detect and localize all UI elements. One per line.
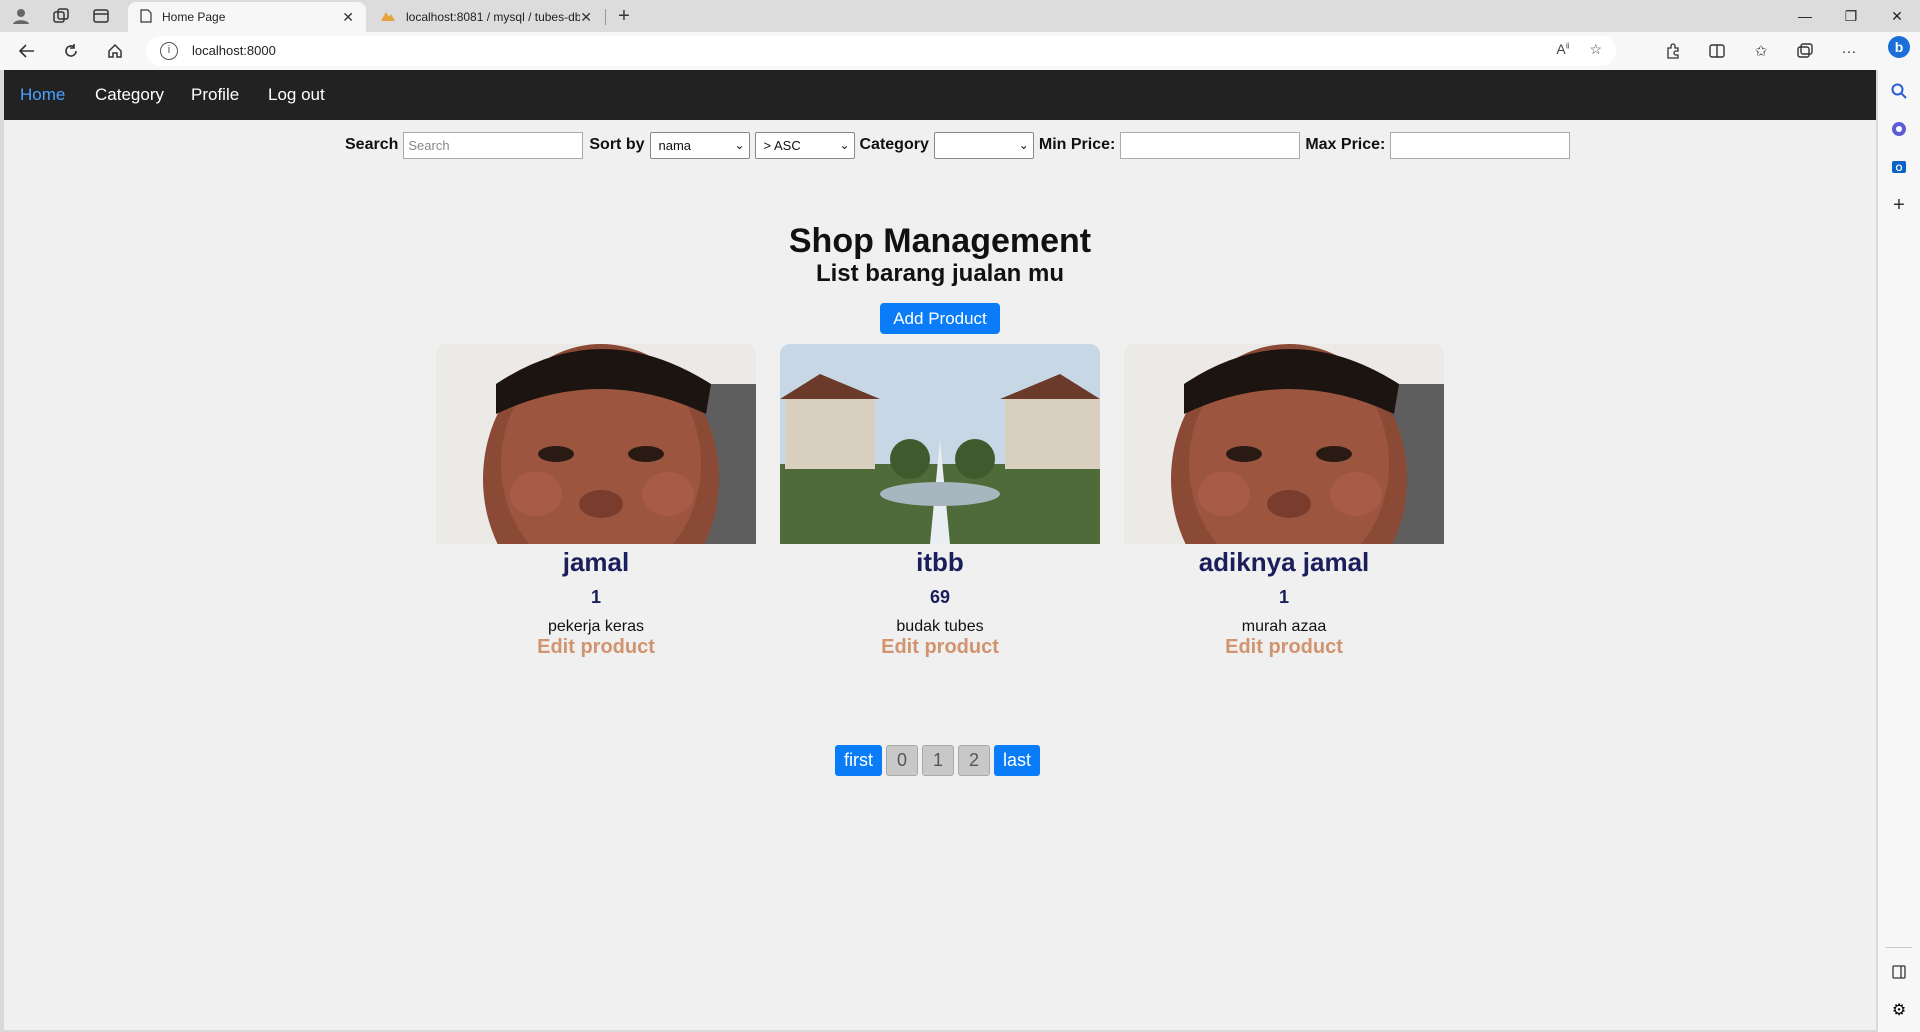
refresh-icon[interactable]	[58, 39, 84, 63]
category-select[interactable]: ⌄	[933, 131, 1034, 159]
svg-text:O: O	[1895, 163, 1902, 173]
settings-gear-icon[interactable]: ⚙	[1886, 997, 1912, 1023]
pagination-page-button[interactable]: 0	[886, 745, 918, 776]
tab-title: Home Page	[162, 10, 226, 24]
filter-bar: Search Sort by nama ⌄ > ASC ⌄ Category ⌄…	[340, 131, 1571, 159]
product-card: adiknya jamal 1 murah azaa Edit product	[1124, 344, 1444, 659]
copilot-icon[interactable]: b	[1886, 34, 1912, 60]
close-tab-icon[interactable]: ✕	[342, 9, 354, 26]
product-name: adiknya jamal	[1198, 547, 1370, 577]
page-subtitle: List barang jualan mu	[815, 260, 1065, 287]
edit-product-link[interactable]: Edit product	[780, 636, 1100, 659]
product-quantity: 69	[929, 587, 951, 607]
minimize-icon[interactable]: —	[1782, 0, 1828, 32]
min-price-label: Min Price:	[1038, 136, 1116, 153]
edit-product-link[interactable]: Edit product	[1124, 636, 1444, 659]
svg-text:b: b	[1895, 39, 1904, 55]
search-input[interactable]	[403, 131, 584, 159]
nav-logout[interactable]: Log out	[268, 85, 325, 105]
product-photo[interactable]	[436, 344, 756, 544]
sort-label: Sort by	[589, 136, 645, 153]
tab-phpmyadmin[interactable]: localhost:8081 / mysql / tubes-db ✕	[368, 2, 604, 32]
sidebar-separator	[1886, 947, 1912, 948]
top-navbar: Home Category Profile Log out	[4, 70, 1876, 120]
pagination: first 0 1 2 last	[835, 745, 1041, 776]
product-description: murah azaa	[1241, 618, 1327, 635]
close-window-icon[interactable]: ✕	[1874, 0, 1920, 32]
hide-sidebar-icon[interactable]	[1886, 959, 1912, 985]
sort-order-select[interactable]: > ASC ⌄	[754, 131, 855, 159]
sort-order-value: > ASC	[763, 137, 801, 153]
pagination-first-button[interactable]: first	[835, 745, 882, 776]
edit-product-link[interactable]: Edit product	[436, 636, 756, 659]
tab-separator	[605, 9, 606, 25]
max-price-label: Max Price:	[1305, 136, 1386, 153]
workspaces-icon[interactable]	[50, 6, 72, 26]
tab-home-page[interactable]: Home Page ✕	[128, 2, 366, 32]
add-product-button[interactable]: Add Product	[880, 303, 1000, 334]
url-text: localhost:8000	[192, 43, 276, 58]
tab-actions-icon[interactable]	[90, 6, 112, 26]
page-title: Shop Management	[788, 222, 1092, 260]
page-viewport: Home Category Profile Log out Search Sor…	[4, 70, 1876, 1030]
outlook-icon[interactable]: O	[1886, 154, 1912, 180]
chevron-down-icon: ⌄	[1018, 138, 1029, 152]
browser-sidebar: b O + ⚙	[1878, 32, 1920, 1032]
product-description: pekerja keras	[547, 618, 645, 635]
pagination-last-button[interactable]: last	[994, 745, 1041, 776]
office-icon[interactable]	[1886, 116, 1912, 142]
category-label: Category	[859, 136, 929, 153]
profile-icon[interactable]	[10, 6, 32, 26]
favorite-star-icon[interactable]: ☆	[1589, 41, 1602, 58]
product-name: itbb	[916, 547, 964, 577]
nav-category[interactable]: Category	[95, 85, 164, 105]
browser-tabstrip: Home Page ✕ localhost:8081 / mysql / tub…	[0, 0, 1920, 32]
home-icon[interactable]	[102, 39, 128, 63]
more-menu-icon[interactable]: ···	[1836, 39, 1862, 63]
address-bar[interactable]: i localhost:8000 Aⅱ ☆	[146, 36, 1616, 66]
pagination-page-button[interactable]: 2	[958, 745, 990, 776]
product-card: itbb 69 budak tubes Edit product	[780, 344, 1100, 659]
collections-icon[interactable]	[1792, 39, 1818, 63]
sort-field-select[interactable]: nama ⌄	[649, 131, 750, 159]
add-sidebar-app-icon[interactable]: +	[1886, 192, 1912, 218]
max-price-input[interactable]	[1390, 131, 1571, 159]
chevron-down-icon: ⌄	[734, 138, 745, 152]
min-price-input[interactable]	[1120, 131, 1301, 159]
split-screen-icon[interactable]	[1704, 39, 1730, 63]
new-tab-icon[interactable]: +	[612, 4, 636, 28]
product-description: budak tubes	[896, 618, 984, 635]
product-quantity: 1	[1278, 587, 1289, 607]
close-tab-icon[interactable]: ✕	[580, 9, 592, 26]
product-card: jamal 1 pekerja keras Edit product	[436, 344, 756, 659]
chevron-down-icon: ⌄	[839, 138, 850, 152]
search-label: Search	[345, 136, 399, 153]
product-name: jamal	[562, 547, 630, 577]
product-quantity: 1	[590, 587, 601, 607]
tab-title: localhost:8081 / mysql / tubes-db	[406, 10, 581, 24]
browser-toolbar: i localhost:8000 Aⅱ ☆ ✩ ···	[0, 32, 1920, 70]
product-photo[interactable]	[1124, 344, 1444, 544]
phpmyadmin-icon	[380, 10, 396, 25]
extensions-icon[interactable]	[1660, 39, 1686, 63]
nav-home[interactable]: Home	[20, 85, 65, 105]
site-info-icon[interactable]: i	[160, 42, 178, 60]
sort-field-value: nama	[658, 137, 692, 153]
page-icon	[140, 8, 152, 26]
favorites-icon[interactable]: ✩	[1748, 39, 1774, 63]
pagination-page-button[interactable]: 1	[922, 745, 954, 776]
read-aloud-icon[interactable]: Aⅱ	[1556, 41, 1569, 58]
product-photo[interactable]	[780, 344, 1100, 544]
nav-profile[interactable]: Profile	[191, 85, 239, 105]
back-icon[interactable]	[14, 39, 40, 63]
search-icon[interactable]	[1886, 78, 1912, 104]
restore-icon[interactable]: ❐	[1828, 0, 1874, 32]
